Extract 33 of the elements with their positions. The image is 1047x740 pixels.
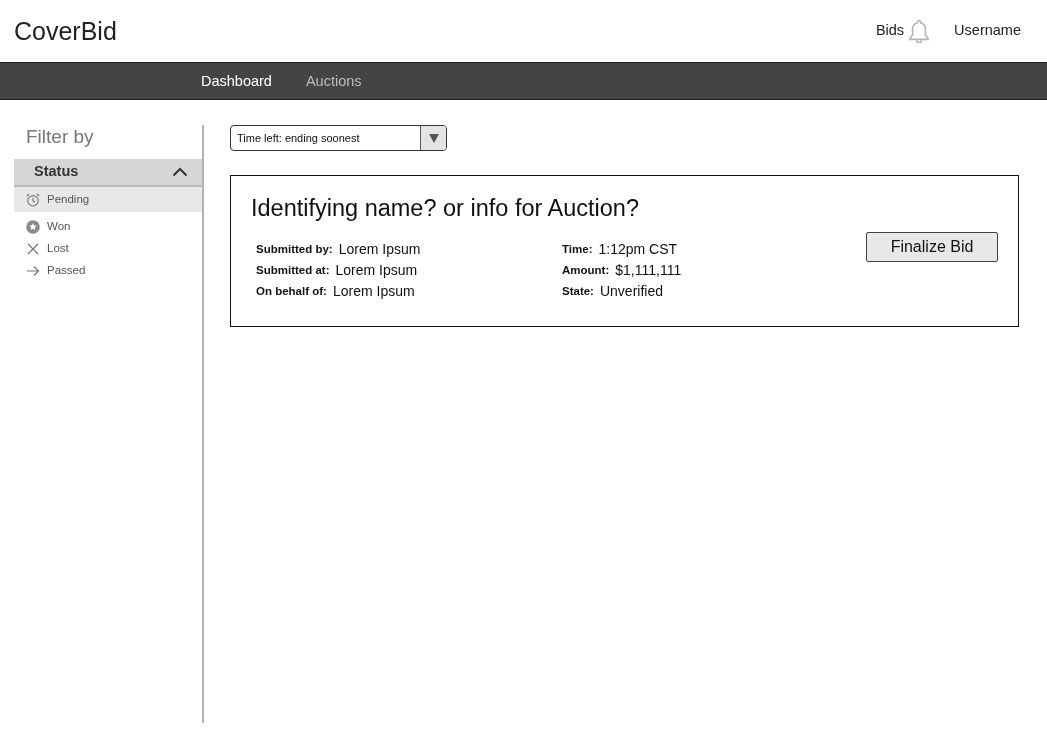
sidebar-title: Filter by bbox=[25, 125, 95, 149]
star-icon bbox=[26, 220, 40, 234]
clock-icon bbox=[26, 192, 40, 207]
field-value: Lorem Ipsum bbox=[338, 240, 421, 259]
filter-option[interactable]: Lost bbox=[14, 238, 202, 260]
brand-logo-text: CoverBid bbox=[14, 18, 117, 44]
field-label: Submitted by: bbox=[256, 241, 333, 257]
field-value: Lorem Ipsum bbox=[332, 282, 415, 301]
nav-tab[interactable]: Auctions bbox=[305, 73, 362, 89]
filter-option[interactable]: Pending bbox=[14, 187, 202, 212]
field-label: State: bbox=[562, 283, 594, 299]
nav-tab[interactable]: Dashboard bbox=[201, 73, 272, 89]
field-value: $1,111,111 bbox=[615, 261, 682, 280]
close-icon bbox=[26, 242, 40, 256]
filter-option[interactable]: Won bbox=[14, 216, 202, 238]
section-header[interactable]: Status bbox=[14, 159, 202, 187]
field-value: Unverified bbox=[599, 282, 663, 301]
field-label: Amount: bbox=[562, 262, 610, 278]
field-value: Lorem Ipsum bbox=[335, 261, 418, 280]
bids-link[interactable]: Bids bbox=[875, 20, 905, 42]
user-menu-link[interactable]: Username bbox=[954, 20, 1021, 42]
field-label: Time: bbox=[562, 241, 593, 257]
arrow-right-icon bbox=[26, 264, 40, 278]
chevron-up-icon bbox=[172, 167, 188, 177]
sort-dropdown[interactable]: Time left: ending soonest bbox=[230, 125, 447, 151]
field-value: 1:12pm CST bbox=[598, 240, 678, 259]
filter-option[interactable]: Passed bbox=[14, 260, 202, 282]
caret-down-icon bbox=[428, 133, 439, 143]
finalize-bid-button[interactable]: Finalize Bid bbox=[866, 232, 998, 262]
field-label: Submitted at: bbox=[256, 262, 330, 278]
field-label: On behalf of: bbox=[256, 283, 327, 299]
bell-icon[interactable] bbox=[908, 19, 931, 43]
bid-title: Identifying name? or info for Auction? bbox=[251, 194, 640, 223]
